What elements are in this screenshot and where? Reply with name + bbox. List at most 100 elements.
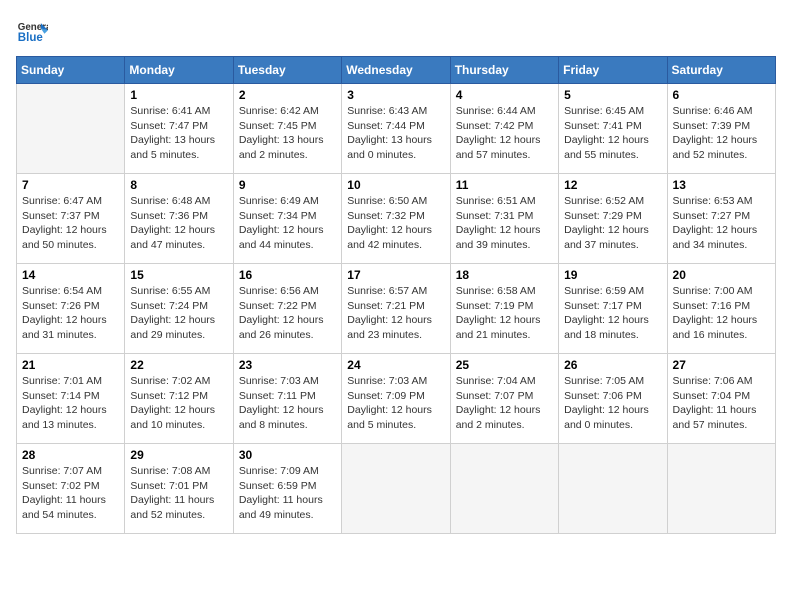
day-info: Sunrise: 6:47 AMSunset: 7:37 PMDaylight:… [22,194,119,253]
day-info: Sunrise: 7:05 AMSunset: 7:06 PMDaylight:… [564,374,661,433]
calendar-cell: 3Sunrise: 6:43 AMSunset: 7:44 PMDaylight… [342,84,450,174]
day-number: 2 [239,88,336,102]
calendar-cell [450,444,558,534]
calendar-week-row: 1 Sunrise: 6:41 AMSunset: 7:47 PMDaylight… [17,84,776,174]
calendar-cell: 7 Sunrise: 6:47 AMSunset: 7:37 PMDaylight… [17,174,125,264]
calendar-cell: 20 Sunrise: 7:00 AMSunset: 7:16 PMDayligh… [667,264,775,354]
day-info: Sunrise: 7:07 AMSunset: 7:02 PMDaylight:… [22,464,119,523]
day-info: Sunrise: 6:42 AMSunset: 7:45 PMDaylight:… [239,104,336,163]
day-number: 25 [456,358,553,372]
day-info: Sunrise: 7:04 AMSunset: 7:07 PMDaylight:… [456,374,553,433]
day-number: 8 [130,178,227,192]
day-info: Sunrise: 6:54 AMSunset: 7:26 PMDaylight:… [22,284,119,343]
day-number: 26 [564,358,661,372]
day-info: Sunrise: 6:46 AMSunset: 7:39 PMDaylight:… [673,104,770,163]
calendar-cell: 6 Sunrise: 6:46 AMSunset: 7:39 PMDaylight… [667,84,775,174]
day-number: 17 [347,268,444,282]
day-info: Sunrise: 6:55 AMSunset: 7:24 PMDaylight:… [130,284,227,343]
calendar-cell [667,444,775,534]
calendar-cell: 26 Sunrise: 7:05 AMSunset: 7:06 PMDayligh… [559,354,667,444]
day-info: Sunrise: 6:58 AMSunset: 7:19 PMDaylight:… [456,284,553,343]
day-number: 18 [456,268,553,282]
day-number: 28 [22,448,119,462]
day-number: 10 [347,178,444,192]
day-number: 22 [130,358,227,372]
day-number: 20 [673,268,770,282]
logo: General Blue [16,16,48,48]
calendar-cell: 25 Sunrise: 7:04 AMSunset: 7:07 PMDayligh… [450,354,558,444]
day-number: 19 [564,268,661,282]
calendar-table: SundayMondayTuesdayWednesdayThursdayFrid… [16,56,776,534]
calendar-cell [17,84,125,174]
day-info: Sunrise: 6:50 AMSunset: 7:32 PMDaylight:… [347,194,444,253]
calendar-week-row: 7 Sunrise: 6:47 AMSunset: 7:37 PMDaylight… [17,174,776,264]
calendar-cell: 23 Sunrise: 7:03 AMSunset: 7:11 PMDayligh… [233,354,341,444]
column-header-monday: Monday [125,57,233,84]
calendar-cell: 24 Sunrise: 7:03 AMSunset: 7:09 PMDayligh… [342,354,450,444]
column-header-wednesday: Wednesday [342,57,450,84]
day-info: Sunrise: 6:59 AMSunset: 7:17 PMDaylight:… [564,284,661,343]
column-header-thursday: Thursday [450,57,558,84]
day-number: 29 [130,448,227,462]
column-header-friday: Friday [559,57,667,84]
day-info: Sunrise: 7:01 AMSunset: 7:14 PMDaylight:… [22,374,119,433]
calendar-cell: 15 Sunrise: 6:55 AMSunset: 7:24 PMDayligh… [125,264,233,354]
calendar-cell: 4 Sunrise: 6:44 AMSunset: 7:42 PMDaylight… [450,84,558,174]
day-info: Sunrise: 7:08 AMSunset: 7:01 PMDaylight:… [130,464,227,523]
calendar-cell: 16 Sunrise: 6:56 AMSunset: 7:22 PMDayligh… [233,264,341,354]
day-info: Sunrise: 6:52 AMSunset: 7:29 PMDaylight:… [564,194,661,253]
calendar-cell: 21 Sunrise: 7:01 AMSunset: 7:14 PMDayligh… [17,354,125,444]
day-number: 1 [130,88,227,102]
calendar-cell: 28 Sunrise: 7:07 AMSunset: 7:02 PMDayligh… [17,444,125,534]
calendar-cell: 2 Sunrise: 6:42 AMSunset: 7:45 PMDaylight… [233,84,341,174]
calendar-cell: 9 Sunrise: 6:49 AMSunset: 7:34 PMDaylight… [233,174,341,264]
day-info: Sunrise: 6:53 AMSunset: 7:27 PMDaylight:… [673,194,770,253]
calendar-cell: 8Sunrise: 6:48 AMSunset: 7:36 PMDaylight… [125,174,233,264]
day-info: Sunrise: 7:03 AMSunset: 7:09 PMDaylight:… [347,374,444,433]
calendar-week-row: 28 Sunrise: 7:07 AMSunset: 7:02 PMDayligh… [17,444,776,534]
calendar-week-row: 21 Sunrise: 7:01 AMSunset: 7:14 PMDayligh… [17,354,776,444]
day-number: 9 [239,178,336,192]
day-number: 4 [456,88,553,102]
day-info: Sunrise: 6:56 AMSunset: 7:22 PMDaylight:… [239,284,336,343]
calendar-cell: 19 Sunrise: 6:59 AMSunset: 7:17 PMDayligh… [559,264,667,354]
day-number: 13 [673,178,770,192]
day-number: 7 [22,178,119,192]
day-number: 24 [347,358,444,372]
day-number: 16 [239,268,336,282]
day-info: Sunrise: 7:06 AMSunset: 7:04 PMDaylight:… [673,374,770,433]
calendar-cell: 29 Sunrise: 7:08 AMSunset: 7:01 PMDayligh… [125,444,233,534]
day-info: Sunrise: 7:09 AMSunset: 6:59 PMDaylight:… [239,464,336,523]
calendar-cell: 12Sunrise: 6:52 AMSunset: 7:29 PMDayligh… [559,174,667,264]
day-info: Sunrise: 7:00 AMSunset: 7:16 PMDaylight:… [673,284,770,343]
day-info: Sunrise: 6:41 AMSunset: 7:47 PMDaylight:… [130,104,227,163]
day-info: Sunrise: 6:49 AMSunset: 7:34 PMDaylight:… [239,194,336,253]
day-info: Sunrise: 6:57 AMSunset: 7:21 PMDaylight:… [347,284,444,343]
column-header-tuesday: Tuesday [233,57,341,84]
calendar-header-row: SundayMondayTuesdayWednesdayThursdayFrid… [17,57,776,84]
day-number: 15 [130,268,227,282]
day-number: 6 [673,88,770,102]
calendar-cell: 13 Sunrise: 6:53 AMSunset: 7:27 PMDayligh… [667,174,775,264]
calendar-cell: 30Sunrise: 7:09 AMSunset: 6:59 PMDayligh… [233,444,341,534]
calendar-week-row: 14 Sunrise: 6:54 AMSunset: 7:26 PMDayligh… [17,264,776,354]
day-number: 11 [456,178,553,192]
day-number: 14 [22,268,119,282]
day-info: Sunrise: 6:43 AMSunset: 7:44 PMDaylight:… [347,104,444,163]
day-info: Sunrise: 7:02 AMSunset: 7:12 PMDaylight:… [130,374,227,433]
page-header: General Blue [16,16,776,48]
calendar-cell: 14 Sunrise: 6:54 AMSunset: 7:26 PMDayligh… [17,264,125,354]
day-number: 23 [239,358,336,372]
day-info: Sunrise: 7:03 AMSunset: 7:11 PMDaylight:… [239,374,336,433]
day-info: Sunrise: 6:44 AMSunset: 7:42 PMDaylight:… [456,104,553,163]
day-number: 21 [22,358,119,372]
day-number: 27 [673,358,770,372]
svg-text:Blue: Blue [18,32,44,44]
calendar-cell: 1 Sunrise: 6:41 AMSunset: 7:47 PMDaylight… [125,84,233,174]
column-header-sunday: Sunday [17,57,125,84]
calendar-cell [342,444,450,534]
day-info: Sunrise: 6:45 AMSunset: 7:41 PMDaylight:… [564,104,661,163]
logo-icon: General Blue [16,16,48,48]
calendar-cell: 22 Sunrise: 7:02 AMSunset: 7:12 PMDayligh… [125,354,233,444]
day-info: Sunrise: 6:51 AMSunset: 7:31 PMDaylight:… [456,194,553,253]
